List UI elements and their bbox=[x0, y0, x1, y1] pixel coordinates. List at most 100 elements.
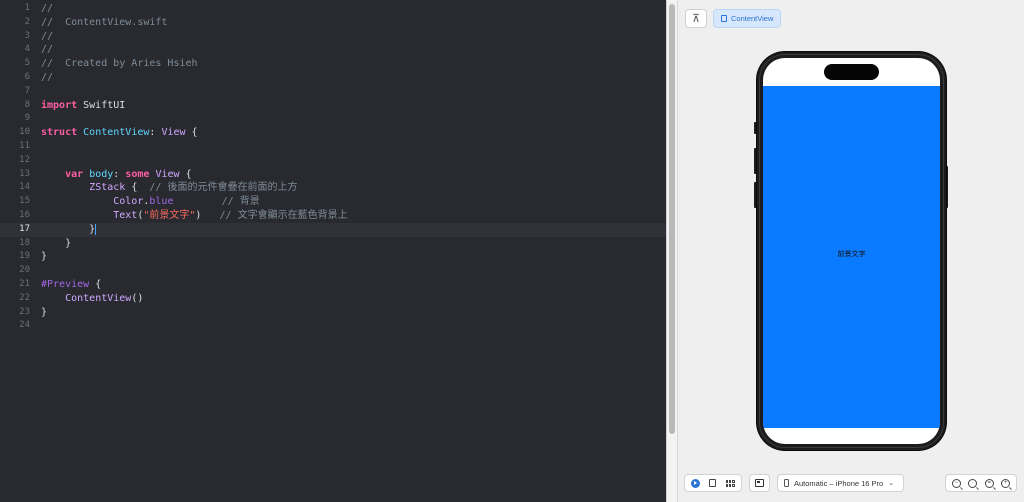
code-token: "前景文字" bbox=[143, 209, 196, 221]
code-line[interactable]: 13 var body: some View { bbox=[0, 168, 666, 182]
code-line[interactable]: 2 // ContentView.swift bbox=[0, 16, 666, 30]
zoom-controls: − · = + bbox=[945, 474, 1017, 492]
code-line[interactable]: 12 bbox=[0, 154, 666, 168]
code-line[interactable]: 9 bbox=[0, 112, 666, 126]
grid-icon bbox=[725, 479, 735, 487]
code-line[interactable]: 14 ZStack { // 後面的元件會疊在前面的上方 bbox=[0, 181, 666, 195]
dynamic-island bbox=[824, 64, 879, 80]
code-text: // bbox=[41, 2, 53, 16]
live-mode-button[interactable] bbox=[690, 477, 702, 489]
code-token: View bbox=[161, 127, 186, 139]
zoom-in-button[interactable]: + bbox=[1000, 477, 1012, 489]
code-token: // bbox=[41, 71, 54, 83]
code-line[interactable]: 7 bbox=[0, 85, 666, 99]
code-token: } bbox=[89, 223, 97, 235]
code-token: } bbox=[41, 237, 72, 249]
device-selector[interactable]: Automatic – iPhone 16 Pro ⌄ bbox=[777, 474, 904, 492]
code-token: blue bbox=[149, 196, 174, 208]
code-line[interactable]: 15 Color.blue // 背景 bbox=[0, 195, 666, 209]
line-number: 1 bbox=[24, 3, 30, 13]
variants-button[interactable] bbox=[724, 477, 736, 489]
code-line[interactable]: 1 // bbox=[0, 2, 666, 16]
code-line[interactable]: 22 ContentView() bbox=[0, 292, 666, 306]
code-line[interactable]: 3 // bbox=[0, 30, 666, 44]
device-settings-icon bbox=[755, 479, 764, 487]
code-token: // Created by Aries Hsieh bbox=[41, 58, 198, 70]
code-token: Text bbox=[113, 209, 138, 221]
code-lines: 1 // 2 // ContentView.swift 3 // 4 // 5 // Create… bbox=[0, 2, 666, 333]
line-number: 21 bbox=[19, 278, 30, 289]
line-number: 8 bbox=[24, 99, 30, 110]
device-settings-button[interactable] bbox=[749, 474, 770, 492]
line-number: 17 bbox=[19, 223, 30, 234]
code-token: // 文字會顯示在藍色背景上 bbox=[219, 209, 348, 221]
code-line[interactable]: 23} bbox=[0, 306, 666, 320]
code-token: ContentView bbox=[65, 292, 132, 304]
code-token: { bbox=[179, 168, 192, 180]
code-text: struct ContentView: View { bbox=[41, 126, 198, 140]
code-text: } bbox=[41, 250, 47, 264]
foreground-text: 前景文字 bbox=[837, 251, 866, 258]
preview-tab-contentview[interactable]: ContentView bbox=[713, 9, 782, 28]
zoom-in-icon: + bbox=[1001, 478, 1011, 488]
code-token: // bbox=[41, 30, 54, 42]
code-line[interactable]: 24 bbox=[0, 319, 666, 333]
zoom-actual-size-button[interactable]: = bbox=[983, 477, 995, 489]
zoom-out-icon: − bbox=[951, 478, 961, 488]
line-number: 18 bbox=[19, 237, 30, 248]
document-icon bbox=[721, 15, 727, 22]
selectable-mode-button[interactable] bbox=[707, 477, 719, 489]
zoom-out-button[interactable]: − bbox=[950, 477, 962, 489]
preview-mode-group bbox=[684, 474, 742, 492]
code-line[interactable]: 8 import SwiftUI bbox=[0, 99, 666, 113]
code-token: } bbox=[41, 251, 48, 263]
line-number: 11 bbox=[19, 140, 30, 151]
code-line[interactable]: 19} bbox=[0, 250, 666, 264]
code-line[interactable]: 5 // Created by Aries Hsieh bbox=[0, 57, 666, 71]
code-line[interactable]: 4 // bbox=[0, 43, 666, 57]
code-token: { bbox=[125, 182, 150, 194]
code-line[interactable]: 6 // bbox=[0, 71, 666, 85]
code-token: : bbox=[149, 127, 162, 139]
scrollbar-thumb[interactable] bbox=[669, 4, 675, 434]
line-number: 22 bbox=[19, 292, 30, 303]
code-text: import SwiftUI bbox=[41, 99, 125, 113]
simulated-screen[interactable]: 前景文字 bbox=[763, 58, 940, 444]
code-line[interactable]: 10 struct ContentView: View { bbox=[0, 126, 666, 140]
code-line[interactable]: 11 bbox=[0, 140, 666, 154]
code-text: // ContentView.swift bbox=[41, 16, 167, 30]
chevron-down-icon: ⌄ bbox=[888, 480, 895, 487]
pin-preview-button[interactable]: ⊼ bbox=[685, 9, 707, 28]
code-token: } bbox=[41, 306, 48, 318]
code-line[interactable]: 20 bbox=[0, 264, 666, 278]
code-token: // 背景 bbox=[221, 196, 260, 208]
line-number: 16 bbox=[19, 209, 30, 220]
code-line[interactable]: 17 } bbox=[0, 222, 666, 237]
line-number: 5 bbox=[24, 58, 30, 69]
line-number: 23 bbox=[19, 306, 30, 317]
code-text: var body: some View { bbox=[41, 168, 192, 182]
code-token: #Preview bbox=[41, 278, 90, 290]
code-line[interactable]: 21 #Preview { bbox=[0, 278, 666, 292]
code-token: var bbox=[65, 168, 84, 180]
code-line[interactable]: 18 } bbox=[0, 237, 666, 251]
zoom-fit-icon: · bbox=[968, 478, 978, 488]
code-token: // bbox=[41, 44, 54, 56]
line-number: 7 bbox=[24, 85, 30, 96]
cursor-select-icon bbox=[709, 479, 717, 487]
code-text: ContentView() bbox=[41, 292, 143, 306]
zoom-actual-icon: = bbox=[984, 478, 994, 488]
line-number: 15 bbox=[19, 196, 30, 207]
code-token: import bbox=[41, 99, 78, 111]
zoom-to-fit-button[interactable]: · bbox=[967, 477, 979, 489]
code-text: } bbox=[41, 223, 97, 237]
code-text: // bbox=[41, 71, 53, 85]
line-number: 14 bbox=[19, 182, 30, 193]
code-line[interactable]: 16 Text("前景文字") // 文字會顯示在藍色背景上 bbox=[0, 209, 666, 223]
code-editor[interactable]: 1 // 2 // ContentView.swift 3 // 4 // 5 // Create… bbox=[0, 0, 666, 502]
code-token: : bbox=[113, 168, 126, 180]
editor-scrollbar[interactable] bbox=[666, 0, 678, 502]
